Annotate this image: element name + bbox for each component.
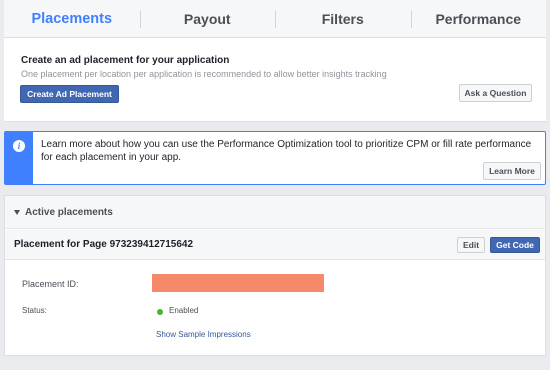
- create-placement-subtitle: One placement per location per applicati…: [21, 69, 387, 79]
- status-label: Status:: [22, 306, 47, 315]
- status-dot-icon: [157, 309, 163, 315]
- active-placements-heading: Active placements: [25, 206, 113, 218]
- placement-title: Placement for Page 973239412715642: [14, 239, 194, 250]
- create-ad-placement-button[interactable]: Create Ad Placement: [20, 85, 119, 103]
- edit-button[interactable]: Edit: [457, 237, 485, 253]
- active-placements-header[interactable]: Active placements: [5, 196, 545, 229]
- info-strip: i: [5, 132, 33, 184]
- tab-performance[interactable]: Performance: [410, 0, 547, 37]
- info-text: Learn more about how you can use the Per…: [41, 139, 532, 163]
- placement-id-redacted: [152, 274, 324, 292]
- show-sample-impressions-link[interactable]: Show Sample Impressions: [156, 330, 251, 339]
- tab-bar: Placements Payout Filters Performance: [4, 0, 546, 38]
- placement-row: Placement for Page 973239412715642 Edit …: [5, 230, 545, 260]
- info-banner: i Learn more about how you can use the P…: [4, 131, 546, 185]
- tab-payout[interactable]: Payout: [139, 0, 276, 37]
- learn-more-button[interactable]: Learn More: [483, 162, 541, 180]
- placement-id-label: Placement ID:: [22, 279, 79, 289]
- active-placements-section: Active placements Placement for Page 973…: [4, 195, 546, 356]
- info-icon: i: [13, 140, 25, 152]
- caret-down-icon: [14, 209, 20, 215]
- create-placement-panel: Create an ad placement for your applicat…: [4, 38, 546, 122]
- tab-filters[interactable]: Filters: [275, 0, 411, 37]
- status-value: Enabled: [169, 306, 199, 315]
- get-code-button[interactable]: Get Code: [490, 237, 540, 253]
- ask-question-button[interactable]: Ask a Question: [459, 84, 532, 102]
- create-placement-title: Create an ad placement for your applicat…: [21, 55, 230, 66]
- tab-placements[interactable]: Placements: [4, 0, 140, 37]
